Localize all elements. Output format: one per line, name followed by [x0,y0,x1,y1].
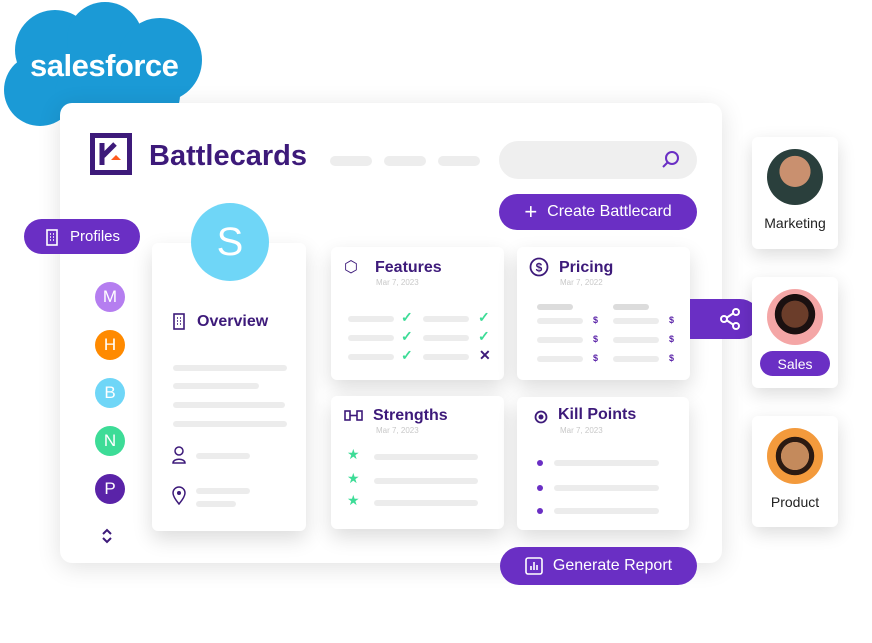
dollar-icon: $ [593,353,599,363]
target-icon [534,410,548,424]
user-icon [172,446,186,464]
pricing-title: Pricing [559,259,614,276]
dollar-icon: $ [593,334,599,344]
strengths-date: Mar 7, 2023 [376,426,419,435]
features-title: Features [375,259,442,276]
report-chart-icon [525,557,543,575]
pricing-date: Mar 7, 2022 [560,278,603,287]
star-icon: ★ [347,446,360,462]
expand-chevrons-icon[interactable] [100,527,114,545]
kill-points-date: Mar 7, 2023 [560,426,603,435]
search-icon[interactable] [661,150,681,170]
star-icon: ★ [347,492,360,508]
bullet-icon [537,508,543,514]
marketing-photo [767,149,823,205]
dollar-icon: $ [669,353,675,363]
profile-avatar[interactable]: M [95,282,125,312]
strengths-card[interactable]: Strengths Mar 7, 2023 ★ ★ ★ [331,396,504,529]
location-pin-icon [172,486,186,506]
check-icon: ✓ [401,328,413,344]
product-label: Product [770,494,820,510]
building-icon [46,228,58,246]
strengths-title: Strengths [373,407,448,424]
building-icon [173,313,185,330]
x-icon: ✕ [479,347,491,363]
generate-report-button[interactable]: Generate Report [500,547,697,585]
bullet-icon [537,460,543,466]
person-card-marketing[interactable]: Marketing [752,137,838,249]
dollar-icon: $ [669,334,675,344]
profiles-button[interactable]: Profiles [24,219,140,254]
check-icon: ✓ [478,309,490,325]
share-button[interactable] [690,299,760,339]
dumbbell-icon [344,410,363,421]
svg-text:$: $ [536,261,543,275]
sales-label[interactable]: Sales [760,351,830,376]
sales-photo [767,289,823,345]
check-icon: ✓ [401,347,413,363]
product-photo [767,428,823,484]
share-icon [720,308,740,330]
salesforce-wordmark: salesforce [30,48,179,83]
features-card[interactable]: ⬡ Features Mar 7, 2023 ✓ ✓ ✓ ✓ ✓ ✕ [331,247,504,380]
create-battlecard-button[interactable]: + Create Battlecard [499,194,697,230]
box-icon: ⬡ [344,259,358,276]
star-icon: ★ [347,470,360,486]
kill-points-title: Kill Points [558,406,637,423]
overview-title: Overview [197,313,269,330]
check-icon: ✓ [401,309,413,325]
features-date: Mar 7, 2023 [376,278,419,287]
person-card-sales[interactable]: Sales [752,277,838,388]
check-icon: ✓ [478,328,490,344]
battlecards-logo [90,133,132,175]
kill-points-card[interactable]: Kill Points Mar 7, 2023 [517,397,689,530]
dollar-circle-icon: $ [529,257,549,277]
nav-placeholder[interactable] [384,156,426,166]
overview-card[interactable]: Overview [152,243,306,531]
profile-avatar[interactable]: B [95,378,125,408]
app-title: Battlecards [149,140,307,172]
plus-icon: + [524,199,538,224]
person-card-product[interactable]: Product [752,416,838,527]
search-input[interactable] [499,141,697,179]
overview-avatar: S [191,203,269,281]
marketing-label: Marketing [764,215,826,231]
pricing-card[interactable]: $ Pricing Mar 7, 2022 $ $ $ $ $ $ [517,247,690,380]
nav-placeholder[interactable] [438,156,480,166]
profile-avatar[interactable]: H [95,330,125,360]
dollar-icon: $ [593,315,599,325]
nav-placeholder[interactable] [330,156,372,166]
dollar-icon: $ [669,315,675,325]
profile-avatar[interactable]: N [95,426,125,456]
profile-avatar[interactable]: P [95,474,125,504]
bullet-icon [537,485,543,491]
